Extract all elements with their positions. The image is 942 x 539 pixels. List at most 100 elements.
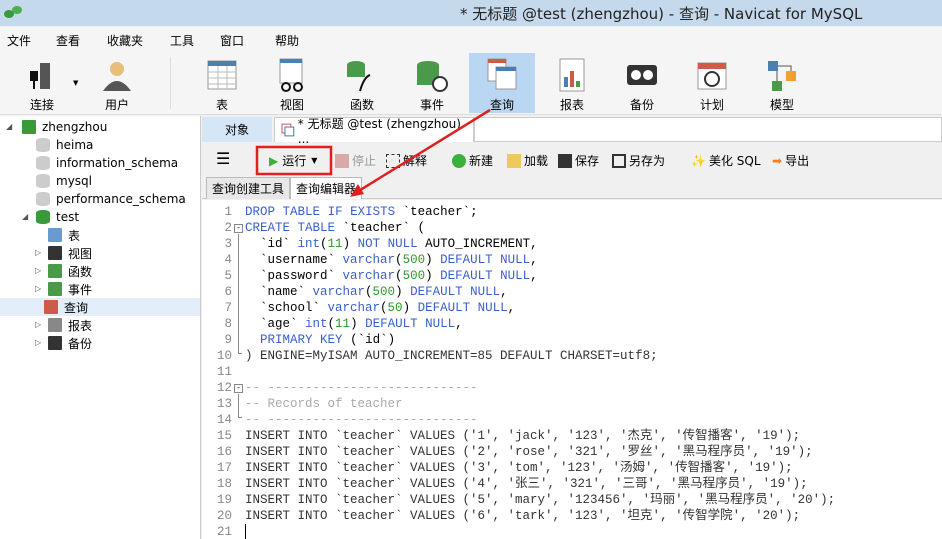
query-icon xyxy=(487,58,517,90)
export-button[interactable]: ➡ 导出 xyxy=(772,152,809,169)
tree-item-label: heima xyxy=(56,138,94,152)
hamburger-icon: ☰ xyxy=(216,149,231,168)
export-icon: ➡ xyxy=(772,153,783,168)
dropdown-arrow-icon[interactable]: ▼ xyxy=(311,156,317,165)
tab-query[interactable]: * 无标题 @test (zhengzhou) ... xyxy=(274,117,474,146)
menu-item[interactable]: 文件 xyxy=(7,32,31,49)
function-icon xyxy=(347,61,371,92)
toolbar-function-button[interactable]: 函数 xyxy=(329,53,395,113)
new-label: 新建 xyxy=(469,154,494,168)
new-query-icon xyxy=(452,153,466,168)
code-line: -- ---------------------------- xyxy=(245,413,478,427)
tree-item[interactable]: mysql xyxy=(36,172,92,190)
toolbar-connection-button[interactable]: 连接 xyxy=(9,53,75,113)
expand-icon[interactable]: ▷ xyxy=(35,284,41,293)
title-bar: * 无标题 @test (zhengzhou) - 查询 - Navicat f… xyxy=(0,0,942,26)
explain-button[interactable]: 解释 xyxy=(386,152,427,169)
fold-marker-icon[interactable]: - xyxy=(234,224,243,233)
code-line: `name` varchar(500) DEFAULT NULL, xyxy=(245,285,508,299)
save-button[interactable]: 保存 xyxy=(558,152,599,169)
model-icon xyxy=(768,61,796,91)
stop-button[interactable]: 停止 xyxy=(335,152,376,169)
line-number: 17 xyxy=(216,461,232,475)
toolbar-query-button[interactable]: 查询 xyxy=(469,53,535,113)
toolbar-backup-button[interactable]: 备份 xyxy=(609,53,675,113)
tree-item-label: mysql xyxy=(56,174,92,188)
tree-item[interactable]: heima xyxy=(36,136,93,154)
code-line: INSERT INTO `teacher` VALUES ('6', 'tark… xyxy=(245,509,801,523)
toolbar-event-button[interactable]: 事件 xyxy=(399,53,465,113)
tree-item[interactable]: 备份 xyxy=(48,334,92,352)
tree-item[interactable]: information_schema xyxy=(36,154,178,172)
connection-dropdown-icon[interactable]: ▼ xyxy=(73,79,78,87)
save-as-label: 另存为 xyxy=(629,154,666,168)
tab-query-editor[interactable]: 查询编辑器 xyxy=(290,177,363,199)
tab-query-builder[interactable]: 查询创建工具 xyxy=(206,177,291,199)
toolbar-report-button[interactable]: 报表 xyxy=(539,53,605,113)
backup-icon xyxy=(48,336,62,350)
tree-item-label: information_schema xyxy=(56,156,179,170)
tree-item[interactable]: 表 xyxy=(48,226,80,244)
code-line: INSERT INTO `teacher` VALUES ('5', 'mary… xyxy=(245,493,836,507)
database-icon xyxy=(36,174,50,188)
menu-bar: 文件 查看 收藏夹 工具 窗口 帮助 xyxy=(0,27,942,51)
expand-icon[interactable]: ▷ xyxy=(35,266,41,275)
tab-objects-label: 对象 xyxy=(224,123,249,137)
toolbar-model-button[interactable]: 模型 xyxy=(749,53,815,113)
toolbar-table-button[interactable]: 表 xyxy=(189,53,255,113)
line-number: 18 xyxy=(216,477,232,491)
database-icon xyxy=(36,210,50,224)
backup-icon xyxy=(627,65,657,85)
toolbar-user-button[interactable]: 用户 xyxy=(84,53,150,113)
collapse-icon[interactable]: ◢ xyxy=(22,212,28,221)
sql-editor[interactable]: 1 DROP TABLE IF EXISTS `teacher`; 2 CREATE … xyxy=(202,200,942,539)
menu-item[interactable]: 窗口 xyxy=(220,32,244,49)
table-icon xyxy=(48,228,62,242)
tree-item-label: 报表 xyxy=(68,318,93,333)
table-icon xyxy=(207,60,237,90)
toolbar-view-button[interactable]: 视图 xyxy=(259,53,325,113)
expand-icon[interactable]: ▷ xyxy=(35,320,41,329)
navicat-logo-icon xyxy=(4,6,22,18)
connection-icon xyxy=(22,120,36,134)
fold-marker-icon[interactable]: - xyxy=(234,384,243,393)
function-icon xyxy=(48,264,62,278)
new-button[interactable]: 新建 xyxy=(452,152,493,169)
folder-icon xyxy=(507,153,521,168)
expand-icon[interactable]: ▷ xyxy=(35,248,41,257)
tree-item[interactable]: 事件 xyxy=(48,280,92,298)
toolbar-label: 用户 xyxy=(104,98,129,112)
tree-item[interactable]: test xyxy=(36,208,79,226)
query-icon xyxy=(44,300,58,314)
view-icon xyxy=(279,58,303,92)
load-label: 加载 xyxy=(524,154,549,168)
expand-icon[interactable]: ▷ xyxy=(35,338,41,347)
code-line: INSERT INTO `teacher` VALUES ('3', 'tom'… xyxy=(245,461,793,475)
menu-item[interactable]: 收藏夹 xyxy=(107,32,143,49)
save-as-button[interactable]: 另存为 xyxy=(612,152,665,169)
run-button[interactable]: ▶ 运行 ▼ xyxy=(269,152,317,169)
tree-item-label: 函数 xyxy=(68,264,93,279)
toolbar-label: 备份 xyxy=(629,98,654,112)
line-number: 13 xyxy=(216,397,232,411)
tree-item[interactable]: 函数 xyxy=(48,262,92,280)
tree-item[interactable]: 查询 xyxy=(0,298,200,316)
line-number: 8 xyxy=(224,317,232,331)
toolbar-schedule-button[interactable]: 计划 xyxy=(679,53,745,113)
tree-item[interactable]: 报表 xyxy=(48,316,92,334)
menu-item[interactable]: 帮助 xyxy=(275,32,299,49)
load-button[interactable]: 加载 xyxy=(507,152,548,169)
menu-button[interactable]: ☰ xyxy=(216,149,230,168)
save-label: 保存 xyxy=(575,154,600,168)
menu-item[interactable]: 工具 xyxy=(170,32,194,49)
tree-item[interactable]: 视图 xyxy=(48,244,92,262)
tree-item[interactable]: performance_schema xyxy=(36,190,186,208)
tab-objects[interactable]: 对象 xyxy=(202,117,272,142)
collapse-icon[interactable]: ◢ xyxy=(6,122,12,131)
menu-item[interactable]: 查看 xyxy=(56,32,80,49)
explain-label: 解释 xyxy=(403,154,428,168)
query-toolbar: ☰ ▶ 运行 ▼ 停止 解释 新建 加载 保存 另存为 ✨ 美化 SQL ➡ 导出 xyxy=(202,146,942,174)
beautify-sql-button[interactable]: ✨ 美化 SQL xyxy=(691,152,761,169)
code-line: `username` varchar(500) DEFAULT NULL, xyxy=(245,253,538,267)
tree-item[interactable]: zhengzhou xyxy=(22,118,107,136)
